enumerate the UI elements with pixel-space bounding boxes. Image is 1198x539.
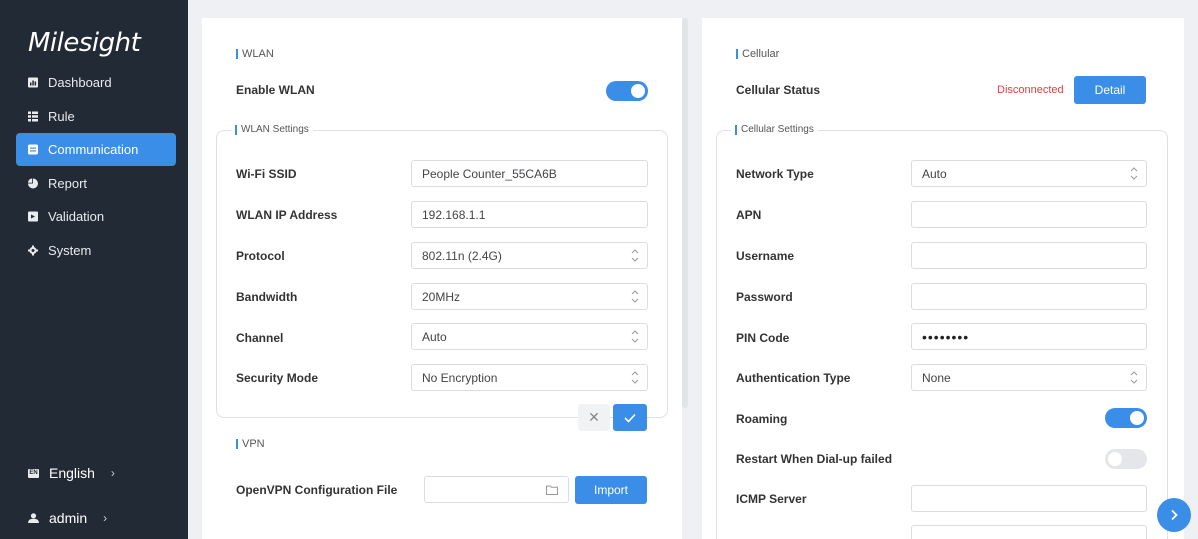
chevron-right-icon: › bbox=[110, 466, 115, 480]
detail-button[interactable]: Detail bbox=[1074, 76, 1146, 104]
security-mode-select[interactable]: No Encryption bbox=[411, 364, 648, 391]
section-title-vpn: VPN bbox=[236, 438, 265, 450]
chart-icon bbox=[28, 77, 38, 88]
restart-dialup-toggle[interactable] bbox=[1105, 449, 1147, 469]
sidebar-item-label: Validation bbox=[48, 209, 105, 224]
wlan-ip-input[interactable]: 192.168.1.1 bbox=[411, 201, 648, 228]
wlan-settings-legend: WLAN Settings bbox=[231, 124, 313, 135]
sidebar-item-label: System bbox=[48, 243, 92, 258]
apn-input[interactable] bbox=[911, 201, 1147, 228]
sidebar-item-label: Report bbox=[48, 176, 88, 191]
bandwidth-value: 20MHz bbox=[422, 289, 461, 304]
sidebar-item-dashboard[interactable]: Dashboard bbox=[16, 66, 176, 99]
cellular-panel: Cellular Cellular Status Disconnected De… bbox=[702, 18, 1184, 539]
openvpn-config-label: OpenVPN Configuration File bbox=[236, 483, 398, 497]
auth-type-value: None bbox=[922, 370, 951, 385]
pie-icon bbox=[28, 178, 38, 189]
check-doc-icon bbox=[28, 211, 38, 222]
sidebar-item-label: Rule bbox=[48, 109, 75, 124]
protocol-value: 802.11n (2.4G) bbox=[422, 248, 502, 263]
updown-icon bbox=[631, 330, 639, 343]
sidebar-item-label: Dashboard bbox=[48, 75, 112, 90]
password-label: Password bbox=[736, 290, 793, 304]
sidebar-item-report[interactable]: Report bbox=[16, 167, 176, 200]
pin-code-label: PIN Code bbox=[736, 331, 790, 345]
folder-icon bbox=[546, 485, 558, 495]
wlan-panel: WLAN Enable WLAN WLAN Settings Wi-Fi SSI… bbox=[202, 18, 682, 539]
language-selector[interactable]: EN English › bbox=[28, 465, 115, 481]
en-flag-icon: EN bbox=[28, 468, 39, 478]
language-label: English bbox=[49, 465, 95, 481]
close-icon: ✕ bbox=[588, 409, 600, 425]
wifi-ssid-label: Wi-Fi SSID bbox=[236, 167, 297, 181]
section-title-cellular: Cellular bbox=[736, 48, 779, 60]
username-input[interactable] bbox=[911, 242, 1147, 269]
cellular-settings-legend: Cellular Settings bbox=[731, 124, 818, 135]
channel-value: Auto bbox=[422, 329, 447, 344]
channel-select[interactable]: Auto bbox=[411, 323, 648, 350]
network-type-label: Network Type bbox=[736, 167, 814, 181]
auth-type-label: Authentication Type bbox=[736, 371, 851, 385]
sidebar-item-system[interactable]: System bbox=[16, 234, 176, 267]
sidebar-item-label: Communication bbox=[48, 142, 139, 157]
bandwidth-select[interactable]: 20MHz bbox=[411, 283, 648, 310]
icmp-server-input[interactable] bbox=[911, 485, 1147, 512]
security-mode-label: Security Mode bbox=[236, 371, 319, 385]
gear-icon bbox=[28, 245, 38, 256]
chevron-right-icon: › bbox=[103, 511, 108, 525]
cancel-button[interactable]: ✕ bbox=[578, 404, 610, 431]
user-label: admin bbox=[49, 510, 88, 526]
sidebar-item-communication[interactable]: Communication bbox=[16, 133, 176, 166]
bandwidth-label: Bandwidth bbox=[236, 290, 298, 304]
sidebar: Milesight Dashboard Rule Communication R… bbox=[0, 0, 188, 539]
pin-code-input[interactable]: •••••••• bbox=[911, 323, 1147, 350]
auth-type-select[interactable]: None bbox=[911, 364, 1147, 391]
protocol-label: Protocol bbox=[236, 249, 285, 263]
apn-label: APN bbox=[736, 208, 762, 222]
milesight-logo: Milesight bbox=[28, 28, 141, 58]
cellular-status-label: Cellular Status bbox=[736, 83, 821, 97]
channel-label: Channel bbox=[236, 331, 284, 345]
check-icon bbox=[624, 413, 636, 423]
wlan-ip-label: WLAN IP Address bbox=[236, 208, 338, 222]
icmp-server-label: ICMP Server bbox=[736, 492, 807, 506]
wifi-ssid-input[interactable]: People Counter_55CA6B bbox=[411, 160, 648, 187]
sidebar-item-validation[interactable]: Validation bbox=[16, 200, 176, 233]
roaming-toggle[interactable] bbox=[1105, 408, 1147, 428]
restart-dialup-label: Restart When Dial-up failed bbox=[736, 452, 893, 466]
expand-button[interactable] bbox=[1157, 498, 1191, 532]
enable-wlan-toggle[interactable] bbox=[606, 81, 648, 101]
user-icon bbox=[28, 510, 39, 526]
sidebar-item-rule[interactable]: Rule bbox=[16, 100, 176, 133]
openvpn-file-input[interactable] bbox=[424, 476, 569, 503]
user-menu[interactable]: admin › bbox=[28, 510, 107, 526]
import-button[interactable]: Import bbox=[575, 476, 647, 504]
password-input[interactable] bbox=[911, 283, 1147, 310]
cellular-status-value: Disconnected bbox=[997, 84, 1064, 96]
updown-icon bbox=[631, 290, 639, 303]
enable-wlan-label: Enable WLAN bbox=[236, 83, 315, 97]
list-icon bbox=[28, 111, 38, 122]
protocol-select[interactable]: 802.11n (2.4G) bbox=[411, 242, 648, 269]
network-type-select[interactable]: Auto bbox=[911, 160, 1147, 187]
updown-icon bbox=[631, 371, 639, 384]
network-type-value: Auto bbox=[922, 166, 947, 181]
roaming-label: Roaming bbox=[736, 412, 788, 426]
chevron-right-icon bbox=[1171, 509, 1178, 521]
updown-icon bbox=[1130, 371, 1138, 384]
username-label: Username bbox=[736, 249, 795, 263]
save-button[interactable] bbox=[613, 404, 647, 431]
section-title-wlan: WLAN bbox=[236, 48, 274, 60]
message-icon bbox=[28, 144, 38, 155]
security-mode-value: No Encryption bbox=[422, 370, 498, 385]
scrollbar[interactable] bbox=[682, 18, 688, 408]
updown-icon bbox=[631, 249, 639, 262]
updown-icon bbox=[1130, 167, 1138, 180]
next-input[interactable] bbox=[911, 525, 1147, 539]
